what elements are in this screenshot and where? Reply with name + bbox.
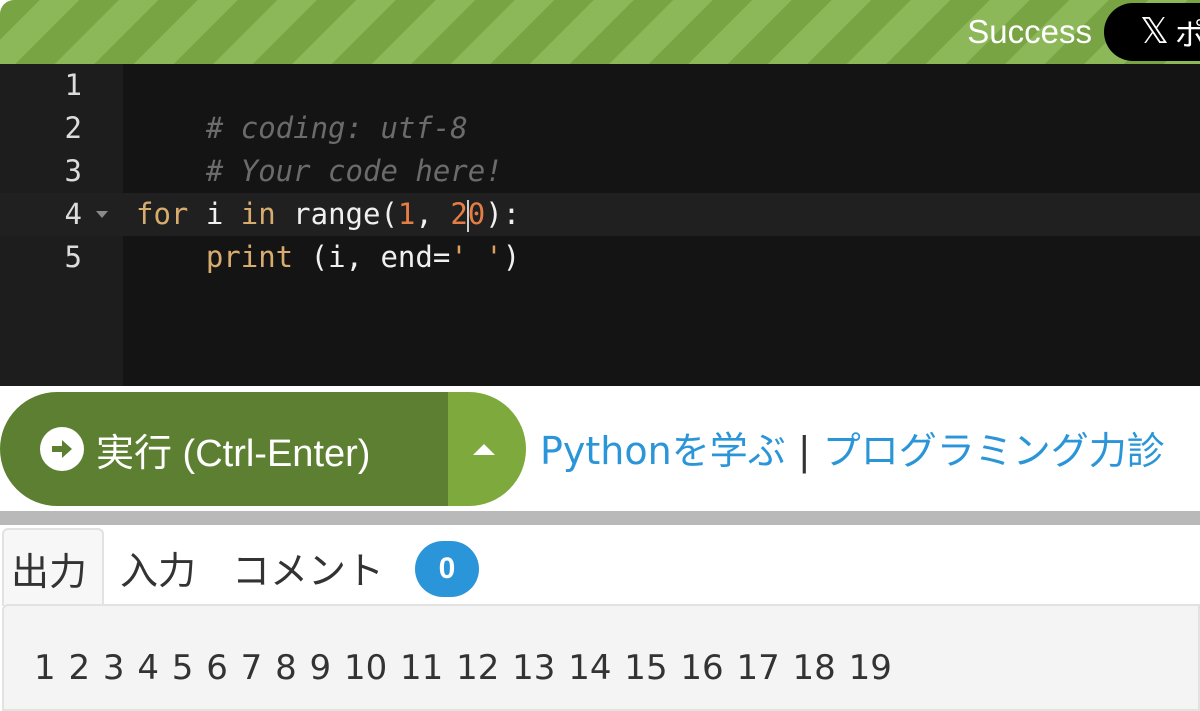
tab-output-label: 出力 <box>11 549 88 594</box>
programming-skill-link[interactable]: プログラミング力診 <box>823 429 1165 473</box>
output-panel: 1 2 3 4 5 6 7 8 9 10 11 12 13 14 15 16 1… <box>2 604 1200 711</box>
tab-output[interactable]: 出力 <box>2 528 104 606</box>
line-number: 5 <box>64 240 82 274</box>
code-number: 2 <box>450 197 468 231</box>
code-string: ' ' <box>450 240 503 274</box>
code-line-5[interactable]: print (i, end=' ') <box>136 236 520 279</box>
nav-links: Pythonを学ぶ | プログラミング力診 <box>540 420 1165 475</box>
tab-input[interactable]: 入力 <box>120 528 196 606</box>
learn-python-link[interactable]: Pythonを学ぶ <box>540 429 786 473</box>
code-line-2[interactable]: # Your code here! <box>136 107 503 188</box>
run-button[interactable]: 実行 (Ctrl-Enter) <box>0 392 448 506</box>
code-punct: ): <box>485 197 521 231</box>
share-button-label: ポ <box>1175 18 1200 53</box>
share-x-button[interactable]: 𝕏 ポ <box>1104 3 1200 61</box>
caret-up-icon <box>473 443 495 455</box>
x-logo-icon: 𝕏 <box>1140 11 1170 52</box>
panel-divider[interactable] <box>0 511 1200 525</box>
fold-arrow-icon[interactable] <box>96 211 108 218</box>
code-keyword-in: in <box>240 197 276 231</box>
run-button-label: 実行 (Ctrl-Enter) <box>96 432 371 475</box>
code-line-4[interactable]: for i in range(1, 20): <box>136 193 520 236</box>
code-keyword-print: print <box>205 240 294 274</box>
output-text: 1 2 3 4 5 6 7 8 9 10 11 12 13 14 15 16 1… <box>34 648 892 688</box>
code-punct: , <box>415 197 451 231</box>
tab-input-label: 入力 <box>120 548 197 593</box>
code-number: 1 <box>397 197 416 231</box>
code-keyword-for: for <box>136 197 189 231</box>
code-function: range( <box>275 197 398 231</box>
code-punct: ) <box>502 240 521 274</box>
code-comment: # Your code here! <box>205 154 503 188</box>
tab-comments-label: コメント <box>232 548 385 593</box>
code-line-1[interactable]: # coding: utf-8 <box>136 64 468 145</box>
arrow-right-circle-icon <box>40 427 84 471</box>
run-options-toggle[interactable] <box>448 392 526 506</box>
code-args: (i, end= <box>293 240 451 274</box>
status-bar: Success 𝕏 ポ <box>0 0 1200 64</box>
line-number: 1 <box>64 68 82 102</box>
line-number: 3 <box>64 154 82 188</box>
code-variable: i <box>188 197 241 231</box>
tab-comments[interactable]: コメント <box>232 528 384 606</box>
code-editor[interactable]: 1 2 3 4 5 # coding: utf-8 # Your code he… <box>0 64 1200 386</box>
code-number: 0 <box>467 197 486 231</box>
line-number: 2 <box>64 111 82 145</box>
comment-count-badge: 0 <box>415 541 479 597</box>
line-number: 4 <box>64 197 82 231</box>
status-text: Success <box>967 13 1092 50</box>
nav-separator: | <box>785 429 823 473</box>
